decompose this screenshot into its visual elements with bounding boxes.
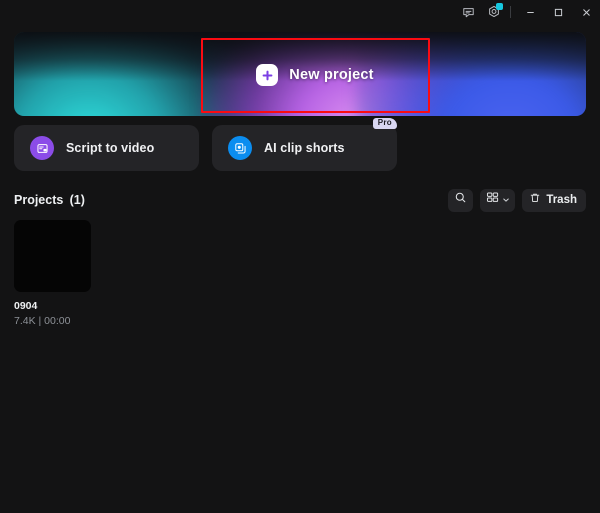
- projects-toolbar: Trash: [448, 188, 586, 212]
- trash-button[interactable]: Trash: [522, 188, 586, 212]
- ai-clip-shorts-label: AI clip shorts: [264, 141, 345, 155]
- trash-icon: [529, 191, 541, 209]
- minimize-button[interactable]: [516, 1, 544, 23]
- project-card[interactable]: 0904 7.4K | 00:00: [14, 220, 91, 327]
- search-button[interactable]: [448, 188, 474, 212]
- script-to-video-icon: [30, 136, 54, 160]
- titlebar-divider: [510, 6, 511, 18]
- new-project-button[interactable]: New project: [201, 38, 429, 112]
- projects-header: Projects (1) Trash: [14, 188, 586, 212]
- project-name: 0904: [14, 300, 38, 312]
- grid-view-icon: [486, 191, 499, 209]
- feedback-button[interactable]: [455, 1, 481, 23]
- ai-clip-shorts-card[interactable]: AI clip shorts Pro: [212, 118, 397, 171]
- notification-dot: [496, 3, 503, 10]
- search-icon: [454, 191, 467, 209]
- view-mode-button[interactable]: [480, 188, 516, 212]
- projects-title: Projects (1): [14, 193, 85, 207]
- new-project-label: New project: [289, 67, 374, 83]
- app-window: New project Script to video AI clip shor…: [0, 0, 600, 513]
- trash-label: Trash: [546, 194, 577, 206]
- chat-bubble-icon: [462, 6, 475, 19]
- plus-icon: [256, 64, 279, 86]
- new-project-banner[interactable]: New project: [14, 32, 586, 116]
- pro-badge: Pro: [372, 118, 397, 129]
- ai-clip-shorts-icon: [228, 136, 252, 160]
- script-to-video-label: Script to video: [66, 141, 155, 155]
- title-bar: [0, 0, 600, 24]
- project-thumbnail[interactable]: [14, 220, 91, 292]
- script-to-video-card[interactable]: Script to video: [14, 125, 199, 171]
- project-meta: 7.4K | 00:00: [14, 315, 71, 327]
- feature-cards: Script to video AI clip shorts Pro: [14, 118, 397, 171]
- projects-grid: 0904 7.4K | 00:00: [14, 220, 91, 327]
- settings-button[interactable]: [481, 1, 507, 23]
- close-button[interactable]: [572, 1, 600, 23]
- maximize-button[interactable]: [544, 1, 572, 23]
- chevron-down-icon: [502, 191, 510, 209]
